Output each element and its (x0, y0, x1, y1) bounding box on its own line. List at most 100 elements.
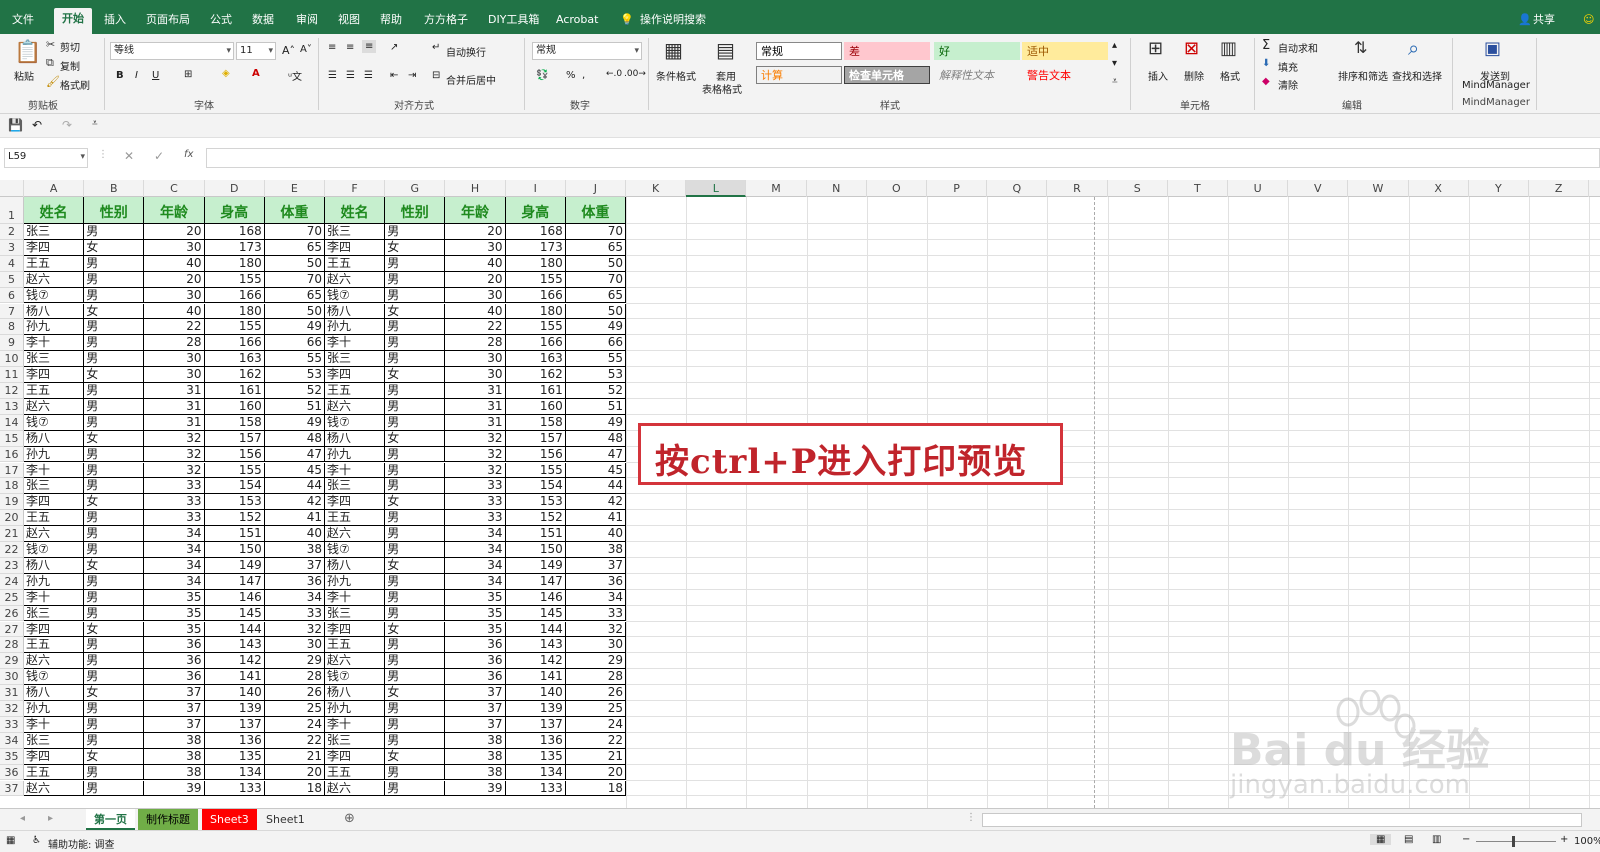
table-cell[interactable]: 孙九 (24, 701, 85, 717)
table-cell[interactable]: 166 (204, 287, 265, 304)
insert-cells-icon[interactable]: ⊞ (1148, 38, 1163, 59)
cell-style-5[interactable]: 检查单元格 (844, 66, 930, 84)
table-cell[interactable]: 18 (565, 780, 626, 797)
row-header[interactable]: 25 (0, 589, 24, 606)
tab-4[interactable]: 公式 (210, 0, 232, 34)
fill-color-icon[interactable]: ◈ (222, 68, 230, 79)
table-cell[interactable]: 20 (445, 271, 506, 288)
table-cell[interactable]: 男 (385, 398, 446, 415)
table-cell[interactable]: 161 (505, 383, 566, 399)
table-cell[interactable]: 66 (264, 335, 325, 352)
table-cell[interactable]: 33 (445, 494, 506, 511)
table-cell[interactable]: 男 (385, 351, 446, 368)
table-cell[interactable]: 21 (264, 748, 325, 765)
table-cell[interactable]: 男 (385, 542, 446, 558)
row-header[interactable]: 3 (0, 239, 24, 256)
table-cell[interactable]: 38 (144, 748, 205, 765)
table-cell[interactable]: 钱⑦ (24, 542, 85, 558)
table-cell[interactable]: 52 (264, 383, 325, 399)
table-cell[interactable]: 男 (84, 701, 145, 717)
table-cell[interactable]: 女 (385, 367, 446, 383)
table-cell[interactable]: 145 (204, 605, 265, 622)
table-cell[interactable]: 49 (565, 319, 626, 336)
table-cell[interactable]: 158 (204, 414, 265, 431)
smiley-icon[interactable]: ☺ (1583, 0, 1594, 34)
table-cell[interactable]: 40 (445, 255, 506, 272)
format-table-icon[interactable]: ▤ (716, 38, 735, 62)
table-cell[interactable]: 男 (385, 319, 446, 336)
conditional-format-icon[interactable]: ▦ (664, 38, 683, 62)
table-cell[interactable]: 34 (565, 589, 626, 606)
tab-5[interactable]: 数据 (252, 0, 274, 34)
table-cell[interactable]: 30 (264, 637, 325, 654)
table-cell[interactable]: 22 (565, 732, 626, 749)
table-cell[interactable]: 173 (204, 239, 265, 256)
table-cell[interactable]: 钱⑦ (24, 287, 85, 304)
table-cell[interactable]: 张三 (24, 732, 85, 749)
table-cell[interactable]: 50 (565, 255, 626, 272)
table-cell[interactable]: 180 (204, 255, 265, 272)
table-cell[interactable]: 158 (505, 414, 566, 431)
table-cell[interactable]: 49 (565, 414, 626, 431)
table-cell[interactable]: 33 (445, 478, 506, 495)
table-cell[interactable]: 168 (204, 224, 265, 240)
row-header[interactable]: 11 (0, 367, 24, 383)
table-cell[interactable]: 144 (505, 621, 566, 638)
table-cell[interactable]: 李十 (24, 716, 85, 733)
bold-button[interactable]: B (116, 70, 124, 81)
table-cell[interactable]: 65 (565, 239, 626, 256)
table-cell[interactable]: 39 (445, 780, 506, 797)
formula-input[interactable] (206, 148, 1600, 168)
table-cell[interactable]: 33 (445, 510, 506, 527)
autosum-icon[interactable]: Σ (1262, 38, 1270, 53)
table-cell[interactable]: 70 (264, 224, 325, 240)
table-cell[interactable]: 女 (385, 748, 446, 765)
table-cell[interactable]: 29 (264, 653, 325, 670)
column-header[interactable]: L (686, 180, 747, 197)
table-cell[interactable]: 65 (264, 239, 325, 256)
table-cell[interactable]: 18 (264, 780, 325, 797)
table-cell[interactable]: 133 (204, 780, 265, 797)
accessibility-status[interactable]: 辅助功能: 调查 (48, 836, 115, 851)
table-cell[interactable]: 22 (445, 319, 506, 336)
macro-icon[interactable]: ▦ (6, 835, 15, 846)
table-cell[interactable]: 33 (264, 605, 325, 622)
table-cell[interactable]: 钱⑦ (325, 414, 386, 431)
table-cell[interactable]: 男 (385, 669, 446, 686)
table-cell[interactable]: 女 (84, 685, 145, 701)
table-cell[interactable]: 钱⑦ (325, 287, 386, 304)
table-cell[interactable]: 杨八 (325, 430, 386, 447)
table-cell[interactable]: 32 (144, 462, 205, 479)
table-cell[interactable]: 赵六 (325, 271, 386, 288)
table-cell[interactable]: 赵六 (325, 526, 386, 542)
tab-split-icon[interactable]: ⋮ (966, 812, 976, 823)
table-cell[interactable]: 39 (144, 780, 205, 797)
table-cell[interactable]: 女 (385, 685, 446, 701)
table-cell[interactable]: 男 (84, 351, 145, 368)
table-cell[interactable]: 男 (84, 653, 145, 670)
sheet-tab-0[interactable]: 第一页 (86, 809, 135, 830)
table-cell[interactable]: 70 (565, 224, 626, 240)
row-header[interactable]: 2 (0, 224, 24, 240)
header-cell[interactable]: 身高 (505, 197, 566, 224)
table-cell[interactable]: 女 (84, 303, 145, 320)
table-cell[interactable]: 李四 (325, 748, 386, 765)
table-cell[interactable]: 30 (445, 239, 506, 256)
table-cell[interactable]: 王五 (325, 383, 386, 399)
tab-0[interactable]: 文件 (12, 0, 34, 34)
align-left-icon[interactable]: ☰ (328, 70, 337, 81)
paste-icon[interactable]: 📋 (14, 40, 41, 65)
table-cell[interactable]: 张三 (24, 351, 85, 368)
table-cell[interactable]: 32 (445, 446, 506, 463)
fill-icon[interactable]: ⬇ (1262, 58, 1270, 69)
table-cell[interactable]: 36 (264, 573, 325, 590)
header-cell[interactable]: 性别 (84, 197, 145, 224)
table-cell[interactable]: 30 (445, 367, 506, 383)
border-icon[interactable]: ⊞ (184, 69, 192, 80)
table-cell[interactable]: 156 (204, 446, 265, 463)
table-cell[interactable]: 41 (565, 510, 626, 527)
table-cell[interactable]: 杨八 (24, 685, 85, 701)
table-cell[interactable]: 49 (264, 414, 325, 431)
table-cell[interactable]: 王五 (325, 255, 386, 272)
table-cell[interactable]: 李四 (325, 621, 386, 638)
